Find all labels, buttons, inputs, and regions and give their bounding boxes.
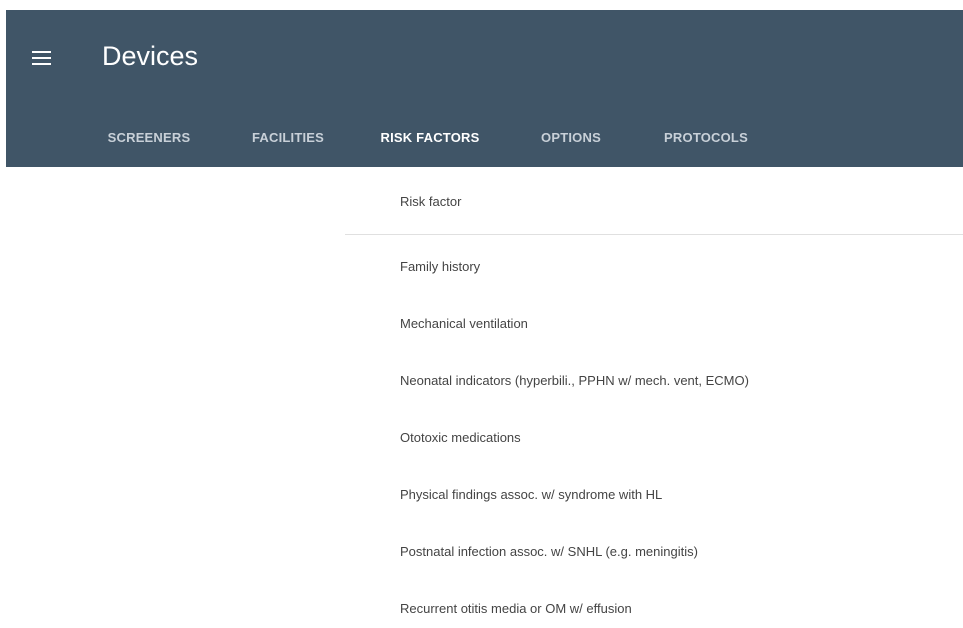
tab-protocols-label: PROTOCOLS	[664, 130, 748, 145]
app-header: Devices SCREENERS FACILITIES RISK FACTOR…	[6, 10, 963, 171]
tab-screeners-label: SCREENERS	[107, 130, 191, 145]
list-item-label: Postnatal infection assoc. w/ SNHL (e.g.…	[400, 544, 698, 559]
page: Devices SCREENERS FACILITIES RISK FACTOR…	[0, 0, 963, 628]
list-item-label: Neonatal indicators (hyperbili., PPHN w/…	[400, 373, 749, 388]
list-item[interactable]: Postnatal infection assoc. w/ SNHL (e.g.…	[345, 520, 963, 577]
tab-facilities[interactable]: FACILITIES	[232, 114, 344, 167]
list-item-label: Ototoxic medications	[400, 430, 521, 445]
tab-bar: SCREENERS FACILITIES RISK FACTORS OPTION…	[6, 114, 963, 171]
menu-icon	[32, 51, 51, 65]
page-title: Devices	[102, 41, 199, 71]
list-header: Risk factor	[345, 171, 963, 235]
menu-button[interactable]	[22, 38, 62, 78]
list-item[interactable]: Mechanical ventilation	[345, 292, 963, 349]
list-item[interactable]: Family history	[345, 235, 963, 292]
list-item-label: Family history	[400, 259, 481, 274]
tab-options-label: OPTIONS	[541, 130, 601, 145]
tab-options[interactable]: OPTIONS	[522, 114, 620, 167]
list-item[interactable]: Recurrent otitis media or OM w/ effusion	[345, 577, 963, 628]
tab-facilities-label: FACILITIES	[251, 130, 325, 145]
list-item[interactable]: Neonatal indicators (hyperbili., PPHN w/…	[345, 349, 963, 406]
tab-protocols[interactable]: PROTOCOLS	[646, 114, 766, 167]
risk-factor-list: Risk factor Family history Mechanical ve…	[345, 171, 963, 628]
list-item-label: Physical findings assoc. w/ syndrome wit…	[400, 487, 663, 502]
list-items: Family history Mechanical ventilation Ne…	[345, 235, 963, 628]
list-item[interactable]: Physical findings assoc. w/ syndrome wit…	[345, 463, 963, 520]
list-item-label: Mechanical ventilation	[400, 316, 528, 331]
tab-risk-factors-label: RISK FACTORS	[380, 130, 480, 145]
tab-screeners[interactable]: SCREENERS	[88, 114, 210, 167]
list-item[interactable]: Ototoxic medications	[345, 406, 963, 463]
tab-risk-factors[interactable]: RISK FACTORS	[350, 114, 510, 171]
column-header-risk-factor: Risk factor	[400, 194, 462, 209]
top-strip	[0, 0, 963, 10]
list-item-label: Recurrent otitis media or OM w/ effusion	[400, 601, 632, 616]
